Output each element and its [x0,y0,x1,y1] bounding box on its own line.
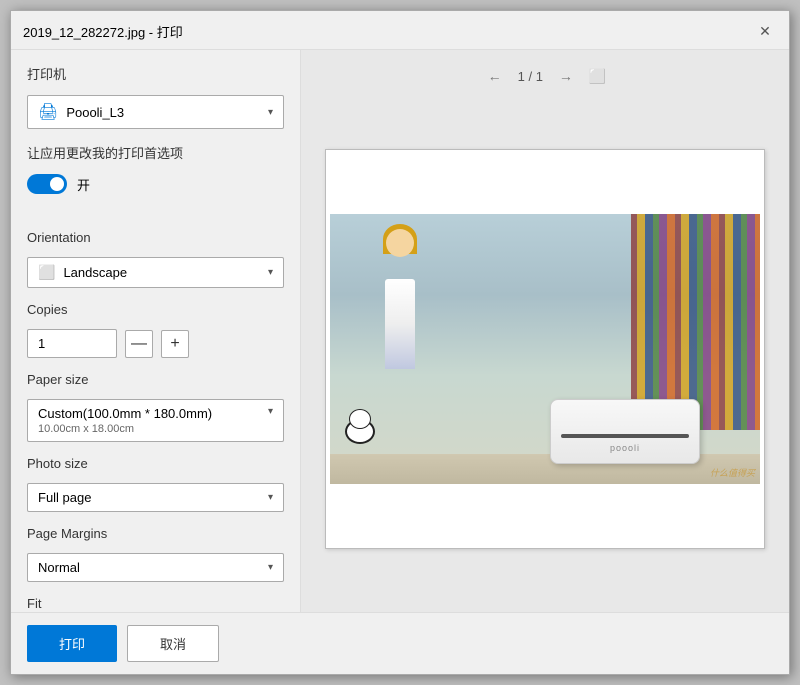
printer-section: 打印机 🖨 Poooli_L3 ▾ [27,64,284,129]
chevron-down-icon: ▾ [268,107,273,118]
left-panel: 打印机 🖨 Poooli_L3 ▾ 让应用更改我的打印首选项 开 Orienta… [11,50,301,612]
dialog-title: 2019_12_282272.jpg - 打印 [23,22,183,41]
close-button[interactable]: ✕ [753,19,777,43]
cancel-button[interactable]: 取消 [127,625,219,662]
page-margins-dropdown[interactable]: Normal ▾ [27,553,284,582]
photo-size-section: Photo size Full page ▾ [27,456,284,512]
copies-section: Copies — + [27,302,284,358]
print-button[interactable]: 打印 [27,625,117,662]
chevron-down-icon: ▾ [268,562,273,573]
photo-figure [360,219,440,369]
landscape-icon: ⬜ [38,264,55,281]
preview-page: poooli 什么值得买 [325,149,765,549]
orientation-dropdown[interactable]: ⬜ Landscape ▾ [27,257,284,288]
preview-area: poooli 什么值得买 [317,102,773,596]
photo-scene: poooli 什么值得买 [330,214,760,484]
orientation-section: Orientation ⬜ Landscape ▾ [27,230,284,288]
photo-printer-device: poooli [550,384,700,464]
chevron-down-icon: ▾ [268,492,273,503]
watermark-text: 什么值得买 [710,466,755,479]
copies-decrement-button[interactable]: — [125,330,153,358]
prev-page-button[interactable]: ← [484,66,506,86]
fit-section: Fit [27,596,284,612]
page-margins-label: Page Margins [27,526,284,541]
preview-navigation: ← 1 / 1 → ⬜ [484,66,607,86]
paper-size-value: Custom(100.0mm * 180.0mm) [38,406,260,421]
printer-logo-text: poooli [610,443,640,453]
paper-size-section: Paper size Custom(100.0mm * 180.0mm) 10.… [27,372,284,442]
toggle-description: 让应用更改我的打印首选项 [27,143,284,162]
copies-input[interactable] [27,329,117,358]
printer-icon: 🖨 [38,102,58,122]
page-margins-value: Normal [38,560,260,575]
printer-name: Poooli_L3 [66,105,260,120]
toggle-row: 开 [27,174,284,194]
figure-head [386,229,414,257]
orientation-value: Landscape [63,265,260,280]
paper-size-content: Custom(100.0mm * 180.0mm) 10.00cm x 18.0… [38,406,260,435]
photo-size-label: Photo size [27,456,284,471]
printer-slot [561,434,689,438]
print-dialog: 2019_12_282272.jpg - 打印 ✕ 打印机 🖨 Poooli_L… [10,10,790,675]
copies-row: — + [27,329,284,358]
paper-size-dropdown[interactable]: Custom(100.0mm * 180.0mm) 10.00cm x 18.0… [27,399,284,442]
dialog-body: 打印机 🖨 Poooli_L3 ▾ 让应用更改我的打印首选项 开 Orienta… [11,50,789,612]
preview-image: poooli 什么值得买 [330,214,760,484]
footer-buttons: 打印 取消 [11,612,789,674]
preview-panel: ← 1 / 1 → ⬜ [301,50,789,612]
page-margins-section: Page Margins Normal ▾ [27,526,284,582]
orientation-label: Orientation [27,230,284,245]
chevron-down-icon: ▾ [268,406,273,417]
toggle-switch[interactable] [27,174,67,194]
page-indicator: 1 / 1 [518,69,543,84]
photo-size-dropdown[interactable]: Full page ▾ [27,483,284,512]
toggle-section: 让应用更改我的打印首选项 开 [27,143,284,194]
printer-body: poooli [550,399,700,464]
figure-body [385,279,415,369]
paper-size-sub: 10.00cm x 18.00cm [38,423,260,435]
title-bar: 2019_12_282272.jpg - 打印 ✕ [11,11,789,50]
fullscreen-icon[interactable]: ⬜ [589,68,606,85]
next-page-button[interactable]: → [555,66,577,86]
toggle-state-label: 开 [77,175,90,194]
paper-size-label: Paper size [27,372,284,387]
copies-increment-button[interactable]: + [161,330,189,358]
panda-head [349,409,371,429]
fit-label: Fit [27,596,284,611]
photo-size-value: Full page [38,490,260,505]
copies-label: Copies [27,302,284,317]
printer-dropdown[interactable]: 🖨 Poooli_L3 ▾ [27,95,284,129]
photo-panda [340,409,380,444]
printer-section-label: 打印机 [27,64,284,83]
chevron-down-icon: ▾ [268,267,273,278]
